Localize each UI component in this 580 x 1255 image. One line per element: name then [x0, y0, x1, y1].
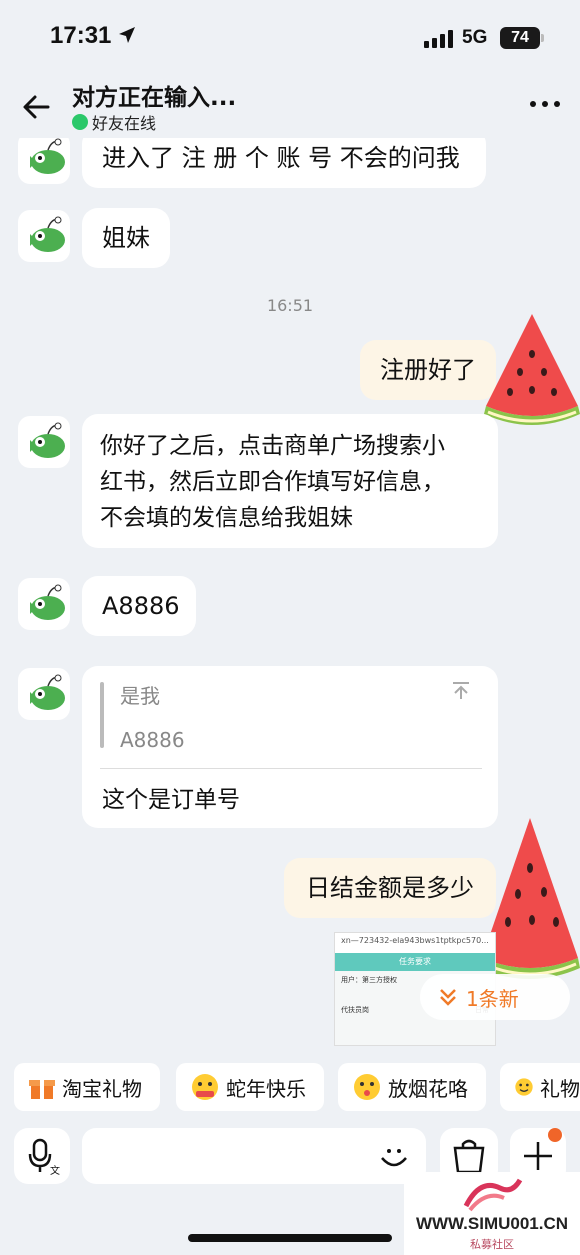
watermark-subtext: 私募社区: [470, 1238, 514, 1251]
microphone-icon: 文: [28, 1138, 60, 1177]
chip-snake-year[interactable]: 蛇年快乐: [176, 1063, 324, 1111]
chat-area[interactable]: 进入了 注 册 个 账 号 不会的问我 姐妹 16:51 注册好了 你好了之后，…: [0, 138, 580, 1048]
contact-avatar[interactable]: [18, 668, 70, 720]
emoji-face-icon: [515, 1078, 533, 1096]
contact-avatar[interactable]: [18, 138, 70, 184]
message-line: 红书，然后立即合作填写好信息，: [100, 469, 445, 495]
fish-avatar-icon: [30, 674, 65, 710]
message-bubble[interactable]: 进入了 注 册 个 账 号 不会的问我: [82, 138, 486, 188]
quoted-message-bubble[interactable]: 是我 A8886 这个是订单号: [82, 666, 498, 828]
chip-label: 蛇年快乐: [226, 1076, 306, 1101]
chip-label: 放烟花咯: [388, 1076, 468, 1101]
fish-avatar-icon: [30, 584, 65, 620]
contact-avatar[interactable]: [18, 210, 70, 262]
quote-text: A8886: [120, 728, 185, 752]
chat-header: 对方正在输入... 好友在线: [0, 76, 580, 138]
message-input[interactable]: [82, 1128, 426, 1184]
watermelon-sticker-icon: [484, 314, 580, 425]
quick-chips: 淘宝礼物 蛇年快乐 放烟花咯 礼物: [0, 1063, 580, 1113]
message-bubble[interactable]: 你好了之后，点击商单广场搜索小 红书，然后立即合作填写好信息， 不会填的发信息给…: [82, 414, 498, 548]
back-arrow-icon[interactable]: [20, 92, 54, 122]
time-stamp: 16:51: [266, 296, 314, 315]
quote-divider: [100, 768, 482, 769]
battery-icon: 74: [500, 27, 540, 49]
network-type: 5G: [462, 27, 488, 48]
online-status: 好友在线: [72, 110, 156, 134]
chip-gift[interactable]: 礼物: [500, 1063, 580, 1111]
emoji-icon[interactable]: [378, 1140, 410, 1172]
notification-dot: [548, 1128, 562, 1142]
fish-avatar-icon: [30, 138, 65, 174]
emoji-face-icon: [354, 1074, 380, 1100]
jump-to-quote-icon[interactable]: [450, 680, 472, 702]
watermark-logo: [463, 1178, 523, 1212]
svg-text:文: 文: [50, 1164, 60, 1177]
message-bubble[interactable]: 姐妹: [82, 208, 170, 268]
chip-label: 礼物: [540, 1076, 580, 1101]
thumb-title: 任务要求: [335, 953, 495, 971]
thumb-line: 代扶员岗: [341, 1006, 369, 1014]
my-message-bubble[interactable]: 日结金额是多少: [284, 858, 496, 918]
voice-input-button[interactable]: 文: [14, 1128, 70, 1184]
chip-taobao-gift[interactable]: 淘宝礼物: [14, 1063, 160, 1111]
contact-avatar[interactable]: [18, 416, 70, 468]
location-arrow-icon: [119, 27, 135, 43]
fish-avatar-icon: [30, 216, 65, 252]
online-status-text: 好友在线: [92, 114, 157, 133]
message-line: 你好了之后，点击商单广场搜索小: [100, 433, 445, 459]
fish-avatar-icon: [30, 422, 65, 458]
gift-icon: [29, 1080, 55, 1099]
contact-avatar[interactable]: [18, 578, 70, 630]
more-options-icon[interactable]: [528, 98, 562, 110]
chip-label: 淘宝礼物: [62, 1076, 142, 1101]
my-message-bubble[interactable]: 注册好了: [360, 340, 496, 400]
battery-cap: [541, 34, 544, 42]
home-indicator[interactable]: [188, 1234, 392, 1242]
new-messages-text: 1条新: [466, 986, 519, 1011]
chat-title: 对方正在输入...: [72, 85, 237, 111]
new-messages-pill[interactable]: 1条新: [420, 974, 570, 1020]
online-dot-icon: [72, 114, 88, 130]
message-bubble[interactable]: A8886: [82, 576, 196, 636]
quote-author: 是我: [120, 684, 160, 708]
thumb-url: xn—723432-ela943bws1tptkpc570...: [335, 933, 495, 953]
emoji-face-icon: [192, 1074, 218, 1100]
status-bar: 17:31 5G 74: [0, 0, 580, 76]
double-chevron-down-icon: [440, 989, 456, 1006]
message-line: 不会填的发信息给我姐妹: [100, 505, 353, 531]
message-text: 这个是订单号: [102, 787, 240, 813]
quote-bar: [100, 682, 104, 748]
watermark: WWW.SIMU001.CN 私募社区: [404, 1172, 580, 1255]
chip-fireworks[interactable]: 放烟花咯: [338, 1063, 486, 1111]
watermark-text: WWW.SIMU001.CN: [415, 1214, 569, 1233]
status-time: 17:31: [50, 22, 112, 49]
signal-icon: [424, 30, 453, 48]
